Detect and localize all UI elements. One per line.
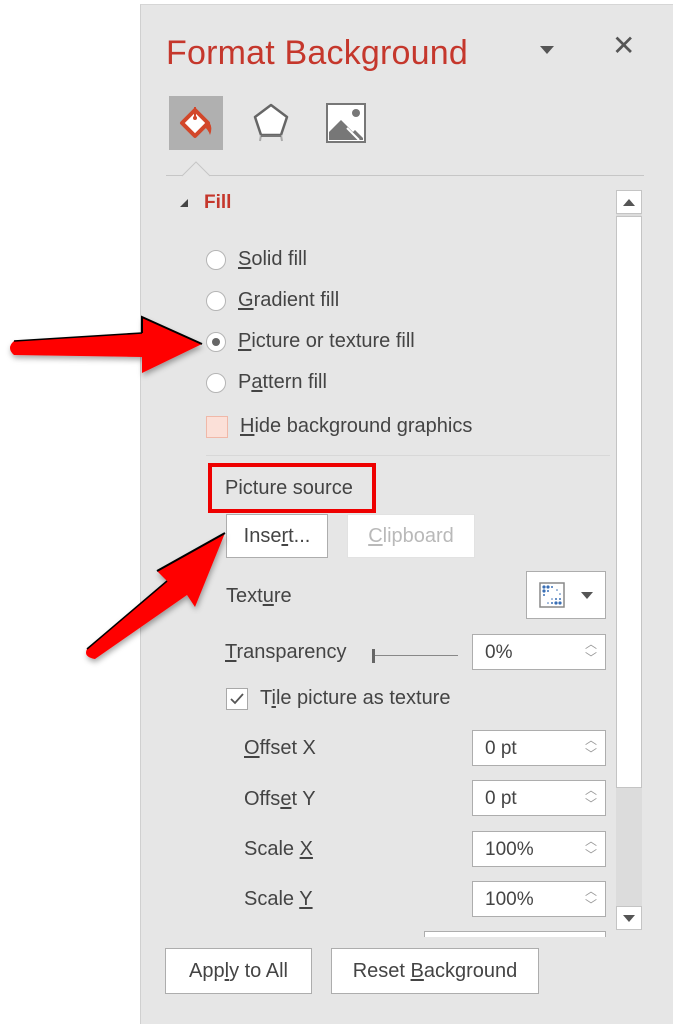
spinner-arrows[interactable]: ︿ ﹀ (585, 733, 597, 761)
scale-x-label: Scale X (244, 838, 313, 860)
checkbox-checked[interactable] (226, 687, 248, 710)
scroll-thumb[interactable] (616, 216, 642, 788)
fill-tab[interactable] (169, 96, 223, 150)
collapse-caret-icon (180, 199, 188, 207)
hide-background-graphics-checkbox[interactable]: Hide background graphics (206, 415, 472, 438)
tile-picture-checkbox[interactable]: Tile picture as texture (226, 687, 450, 710)
radio-solid-fill[interactable]: Solid fill (206, 248, 307, 271)
apply-to-all-button[interactable]: Apply to All (165, 948, 312, 994)
spinner-arrows[interactable]: ︿ ﹀ (585, 884, 597, 912)
vertical-scrollbar[interactable] (616, 190, 642, 930)
offset-y-spinner[interactable]: 0 pt ︿ ﹀ (472, 780, 606, 816)
radio-button[interactable] (206, 249, 226, 270)
dropdown-arrow-icon (581, 591, 593, 599)
pane-options-dropdown-icon[interactable] (540, 46, 554, 54)
radio-label: Gradient fill (238, 289, 340, 311)
offset-x-spinner[interactable]: 0 pt ︿ ﹀ (472, 730, 606, 766)
transparency-label: Transparency (225, 641, 347, 663)
fill-section-header[interactable]: Fill (180, 192, 231, 214)
reset-background-button[interactable]: Reset Background (331, 948, 539, 994)
spinner-value[interactable]: 100% (485, 839, 534, 861)
spinner-arrows[interactable]: ︿ ﹀ (585, 834, 597, 862)
annotation-arrow-insert (86, 532, 226, 659)
annotation-arrow-picture-fill (10, 315, 203, 373)
texture-dropdown[interactable] (526, 571, 606, 619)
arrow-up-icon (623, 198, 635, 206)
checkmark-icon (230, 692, 244, 704)
insert-button[interactable]: Insert... (226, 514, 328, 558)
picture-icon (326, 103, 366, 143)
partially-visible-field (424, 931, 606, 937)
spinner-value[interactable]: 0 pt (485, 788, 517, 810)
transparency-spinner[interactable]: 0% ︿ ﹀ (472, 634, 606, 670)
radio-pattern-fill[interactable]: Pattern fill (206, 371, 327, 394)
clipboard-button[interactable]: Clipboard (347, 514, 475, 558)
effects-tab[interactable] (244, 96, 298, 150)
radio-picture-texture-fill[interactable]: Picture or texture fill (206, 330, 415, 353)
slider-handle[interactable] (372, 649, 375, 663)
fill-section-label: Fill (204, 192, 232, 213)
scroll-up-button[interactable] (616, 190, 642, 214)
offset-y-label: Offset Y (244, 788, 316, 810)
pane-title: Format Background (166, 34, 468, 72)
transparency-slider[interactable] (372, 649, 458, 663)
highlight-box-annotation (208, 463, 376, 513)
section-divider (206, 455, 610, 456)
spinner-value[interactable]: 100% (485, 889, 534, 911)
paint-bucket-icon (180, 107, 212, 138)
arrow-down-icon (623, 914, 635, 922)
picture-tab[interactable] (319, 96, 373, 150)
spinner-value[interactable]: 0% (485, 642, 512, 664)
offset-x-label: Offset X (244, 737, 316, 759)
radio-label: Picture or texture fill (238, 330, 415, 352)
checkbox-label: Hide background graphics (240, 415, 473, 437)
scale-y-spinner[interactable]: 100% ︿ ﹀ (472, 881, 606, 917)
spinner-arrows[interactable]: ︿ ﹀ (585, 783, 597, 811)
scroll-down-button[interactable] (616, 906, 642, 930)
scale-y-label: Scale Y (244, 888, 313, 910)
texture-swatch-icon (539, 582, 565, 608)
pentagon-icon (253, 103, 289, 142)
active-tab-notch-icon (182, 161, 210, 177)
close-icon[interactable]: ✕ (612, 32, 635, 60)
spinner-value[interactable]: 0 pt (485, 738, 517, 760)
checkbox-label: Tile picture as texture (260, 687, 451, 709)
spinner-arrows[interactable]: ︿ ﹀ (585, 637, 597, 665)
radio-label: Pattern fill (238, 371, 327, 393)
radio-gradient-fill[interactable]: Gradient fill (206, 289, 339, 312)
checkbox[interactable] (206, 415, 228, 438)
scale-x-spinner[interactable]: 100% ︿ ﹀ (472, 831, 606, 867)
radio-label: Solid fill (238, 248, 307, 270)
tab-divider (166, 175, 644, 176)
